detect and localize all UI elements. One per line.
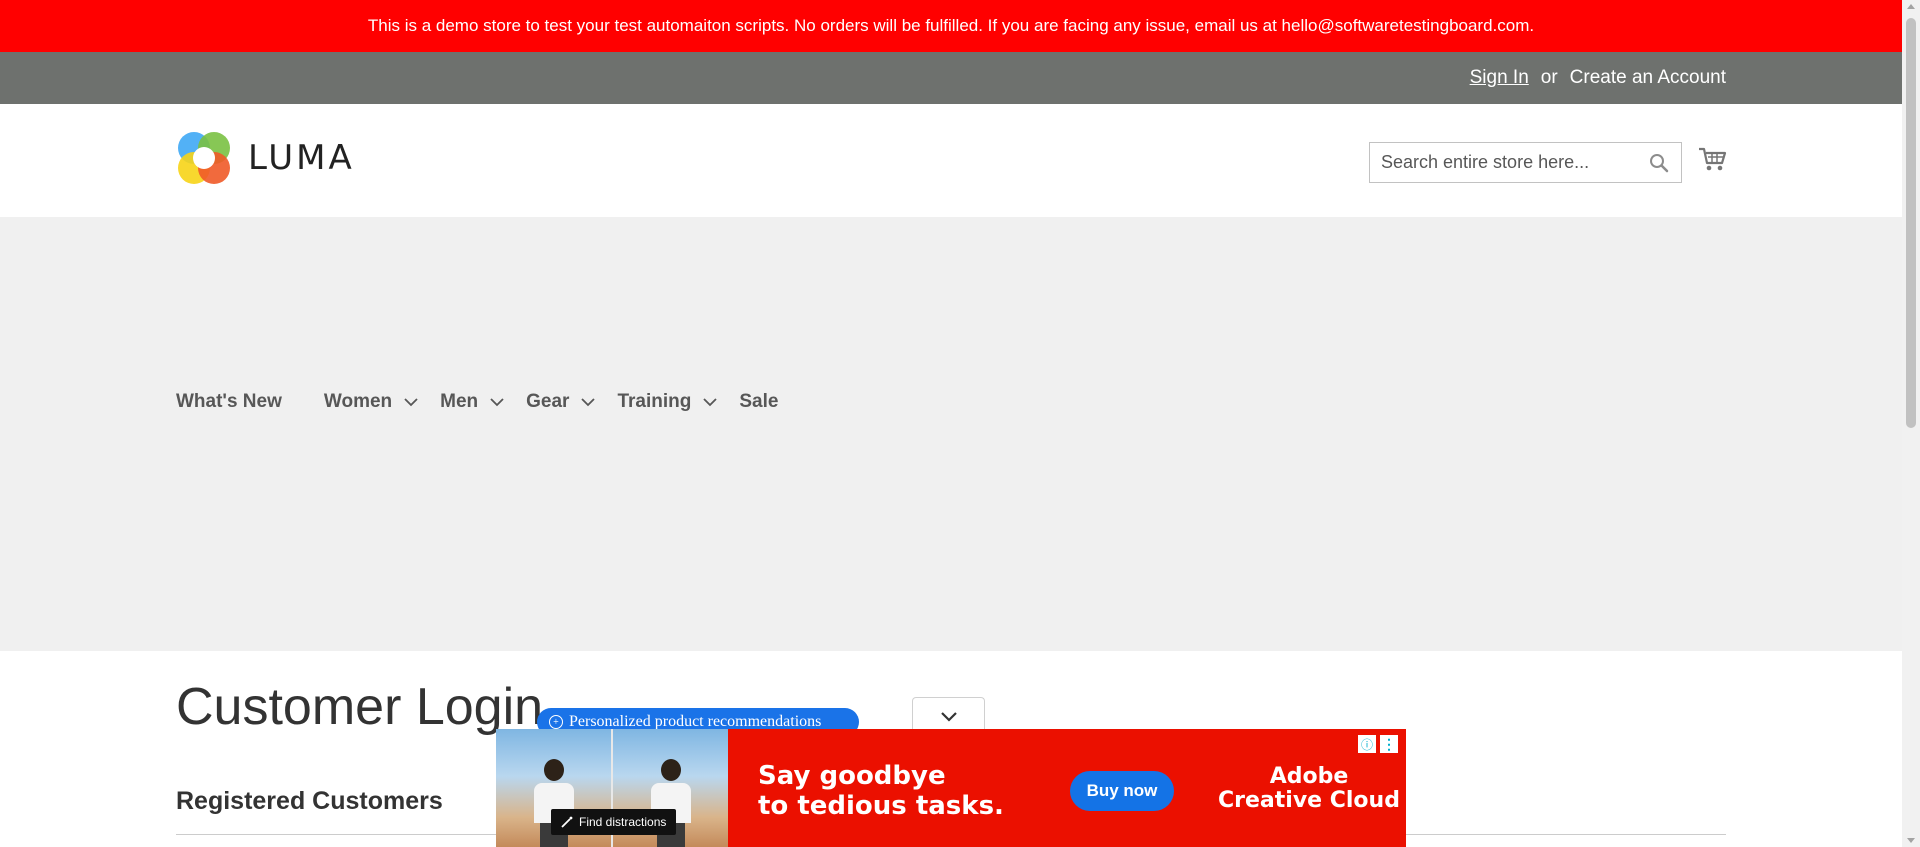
nav-item-label: Sale <box>739 391 779 412</box>
demo-store-banner: This is a demo store to test your test a… <box>0 0 1902 52</box>
demo-banner-text: This is a demo store to test your test a… <box>367 16 1535 35</box>
find-distractions-chip: Find distractions <box>551 809 677 835</box>
ad-brand-line1: Adobe <box>1269 764 1349 789</box>
nav-item-women[interactable]: Women <box>324 391 418 413</box>
luma-logo[interactable]: LUMA <box>176 130 355 186</box>
or-separator: or <box>1540 67 1558 88</box>
scrollbar-thumb[interactable] <box>1906 18 1916 428</box>
ad-brand-line2: Creative Cloud <box>1218 788 1400 813</box>
registered-customers-title: Registered Customers <box>176 787 443 815</box>
nav-item-training[interactable]: Training <box>617 391 717 413</box>
search-box <box>1369 142 1682 183</box>
chevron-down-icon <box>940 711 957 722</box>
nav-item-label: Training <box>617 391 692 412</box>
chevron-down-icon <box>404 397 418 406</box>
ad-photo: Find distractions <box>496 729 728 847</box>
search-icon[interactable] <box>1649 153 1669 173</box>
page-scrollbar[interactable] <box>1902 0 1920 847</box>
nav-item-label: Men <box>440 391 479 412</box>
scroll-up-icon[interactable] <box>1907 4 1915 9</box>
adobe-brand: Adobe Creative Cloud <box>1218 765 1400 813</box>
nav-item-sale[interactable]: Sale <box>739 391 778 413</box>
page-title: Customer Login <box>176 678 544 736</box>
chevron-down-icon <box>490 397 504 406</box>
logo-text: LUMA <box>248 138 355 178</box>
buy-now-button[interactable]: Buy now <box>1070 771 1174 811</box>
magic-wand-icon <box>561 816 573 828</box>
cart-icon[interactable] <box>1697 144 1727 174</box>
nav-sections <box>0 217 1902 651</box>
create-account-link[interactable]: Create an Account <box>1570 67 1726 89</box>
nav-item-men[interactable]: Men <box>440 391 504 413</box>
header-links: Sign In or Create an Account <box>1470 52 1726 104</box>
ad-info-icon[interactable]: ⓘ <box>1358 735 1376 753</box>
ad-headline: Say goodbye to tedious tasks. <box>758 761 1004 821</box>
ad-headline-line2: to tedious tasks. <box>758 791 1004 821</box>
find-distractions-label: Find distractions <box>579 815 667 829</box>
nav-item-label: What's New <box>176 391 282 412</box>
nav-item-label: Women <box>323 391 393 412</box>
search-input[interactable] <box>1370 143 1681 182</box>
nav-item-label: Gear <box>526 391 570 412</box>
chevron-down-icon <box>581 397 596 406</box>
luma-logo-icon <box>176 130 232 186</box>
main-navigation: What's New Women Men Gear Training Sale <box>176 391 820 413</box>
plus-circle-icon: + <box>549 715 563 729</box>
scroll-down-icon[interactable] <box>1907 838 1915 843</box>
sign-in-link[interactable]: Sign In <box>1470 67 1529 89</box>
nav-item-gear[interactable]: Gear <box>526 391 596 413</box>
ad-more-icon[interactable]: ⋮ <box>1380 735 1398 753</box>
header-content: LUMA <box>0 104 1902 217</box>
top-panel-header: Sign In or Create an Account <box>0 52 1902 104</box>
chevron-down-icon <box>703 397 717 406</box>
nav-item-whats-new[interactable]: What's New <box>176 391 282 413</box>
ad-headline-line1: Say goodbye <box>758 761 946 791</box>
adobe-ad-banner[interactable]: Find distractions Say goodbye to tedious… <box>496 729 1406 847</box>
